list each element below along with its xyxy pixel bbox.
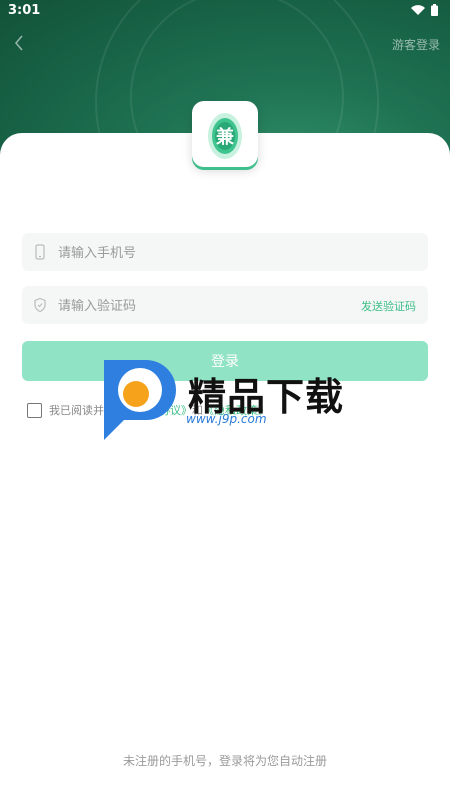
code-field[interactable]: 发送验证码	[22, 286, 428, 326]
phone-input[interactable]	[56, 233, 360, 273]
footer-note: 未注册的手机号，登录将为您自动注册	[122, 754, 327, 768]
status-time: 3:01	[8, 3, 41, 18]
phone-field[interactable]	[22, 233, 428, 273]
status-icons	[411, 4, 438, 16]
phone-icon	[35, 244, 45, 260]
app-logo: 兼	[192, 101, 258, 167]
battery-icon	[431, 4, 438, 16]
chevron-left-icon	[14, 35, 23, 51]
agree-checkbox[interactable]	[27, 402, 42, 418]
code-input[interactable]	[56, 286, 360, 326]
watermark-logo-icon	[104, 360, 176, 440]
status-bar: 3:01	[0, 0, 450, 22]
shield-icon	[34, 297, 46, 313]
logo-glyph: 兼	[216, 127, 234, 148]
back-button[interactable]	[6, 30, 32, 56]
watermark-url: www.j9p.com	[186, 412, 267, 426]
watermark: 精品下载 www.j9p.com	[100, 356, 360, 446]
wifi-icon	[411, 4, 425, 15]
send-code-button[interactable]: 发送验证码	[361, 298, 416, 314]
guest-login-link[interactable]: 游客登录	[392, 36, 440, 53]
